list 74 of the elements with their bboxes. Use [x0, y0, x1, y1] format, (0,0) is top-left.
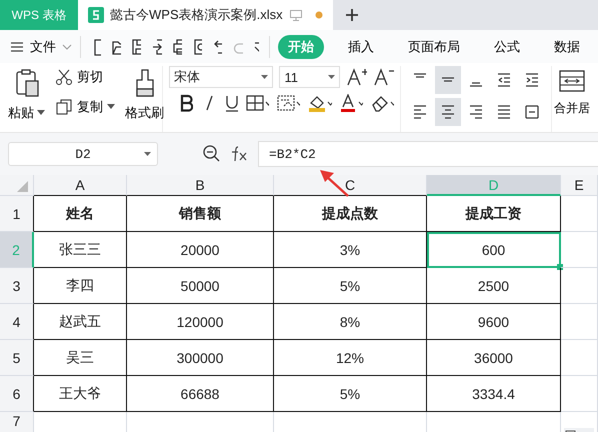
new-tab-icon[interactable] [345, 8, 359, 22]
grow-font-icon[interactable] [346, 67, 368, 87]
column-header[interactable]: E [561, 175, 598, 196]
clipboard-icon [14, 68, 40, 98]
row-header[interactable]: 5 [0, 340, 34, 376]
ribbon-tab[interactable]: 页面布局 [398, 34, 470, 58]
table-cell: 9600 [427, 304, 561, 340]
table-cell [561, 196, 598, 232]
table-cell: 120000 [127, 304, 274, 340]
ribbon-tab[interactable]: 数据 [544, 34, 590, 58]
eraser-icon[interactable] [370, 94, 394, 112]
align-center-button[interactable] [435, 98, 461, 126]
copy-icon [55, 98, 73, 116]
ribbon-tab[interactable]: 公式 [484, 34, 530, 58]
row-header[interactable]: 4 [0, 304, 34, 340]
table-cell: 8% [274, 304, 427, 340]
cell-style-icon[interactable] [277, 94, 300, 112]
table-cell: 3% [274, 232, 427, 268]
scissors-icon [55, 68, 73, 86]
shrink-font-icon[interactable] [373, 67, 394, 87]
row-header[interactable]: 6 [0, 376, 34, 412]
row-header[interactable]: 3 [0, 268, 34, 304]
font-name-field[interactable]: 宋体 [169, 66, 274, 88]
column-header[interactable]: A [34, 175, 127, 196]
table-cell: 提成工资 [427, 196, 561, 232]
row-header[interactable]: 1 [0, 196, 34, 232]
table-cell: 提成点数 [274, 196, 427, 232]
row-header[interactable]: 7 [0, 412, 34, 432]
menu-icon [10, 40, 24, 52]
name-box[interactable]: D2 [8, 142, 158, 166]
ribbon-tab[interactable]: 插入 [338, 34, 384, 58]
format-painter-button[interactable]: 格式刷 [123, 66, 166, 124]
formula-field[interactable]: =B2*C2 [258, 141, 598, 167]
table-cell: 300000 [127, 340, 274, 376]
merge-cells-icon [559, 68, 585, 94]
table-cell: 2500 [427, 268, 561, 304]
table-cell: 20000 [127, 232, 274, 268]
document-tab[interactable]: 懿古今WPS表格演示案例.xlsx [78, 0, 333, 30]
font-size-field[interactable]: 11 [279, 66, 340, 88]
column-header[interactable]: C [274, 175, 427, 196]
align-middle-button[interactable] [435, 66, 461, 94]
font-color-icon[interactable] [340, 94, 363, 112]
table-cell: 5% [274, 376, 427, 412]
table-cell [561, 340, 598, 376]
merge-center-button[interactable]: 合并居 [552, 66, 590, 132]
fill-color-icon[interactable] [308, 94, 332, 112]
borders-icon[interactable] [246, 94, 270, 112]
table-cell: 50000 [127, 268, 274, 304]
file-menu[interactable]: 文件 [10, 38, 72, 56]
spreadsheet-icon [88, 7, 104, 23]
table-cell: 66688 [127, 376, 274, 412]
zoom-icon[interactable] [202, 144, 222, 164]
column-header[interactable]: B [127, 175, 274, 196]
table-cell: 李四 [34, 268, 127, 304]
table-cell [561, 268, 598, 304]
table-cell [561, 304, 598, 340]
table-cell: 吴三 [34, 340, 127, 376]
table-cell: 销售额 [127, 196, 274, 232]
table-cell: 3334.4 [427, 376, 561, 412]
table-cell: 张三三 [34, 232, 127, 268]
table-cell: 12% [274, 340, 427, 376]
bold-icon[interactable] [179, 94, 194, 112]
table-cell: 600 [427, 232, 561, 268]
table-cell [561, 232, 598, 268]
document-title: 懿古今WPS表格演示案例.xlsx [110, 6, 283, 24]
paste-button[interactable]: 粘贴 [6, 66, 47, 124]
cut-button[interactable]: 剪切 [53, 66, 117, 88]
table-cell: 5% [274, 268, 427, 304]
copy-button[interactable]: 复制 [53, 96, 117, 118]
table-cell: 赵武五 [34, 304, 127, 340]
table-cell: 王大爷 [34, 376, 127, 412]
underline-icon[interactable] [224, 94, 238, 112]
table-cell: 姓名 [34, 196, 127, 232]
table-cell: 36000 [427, 340, 561, 376]
